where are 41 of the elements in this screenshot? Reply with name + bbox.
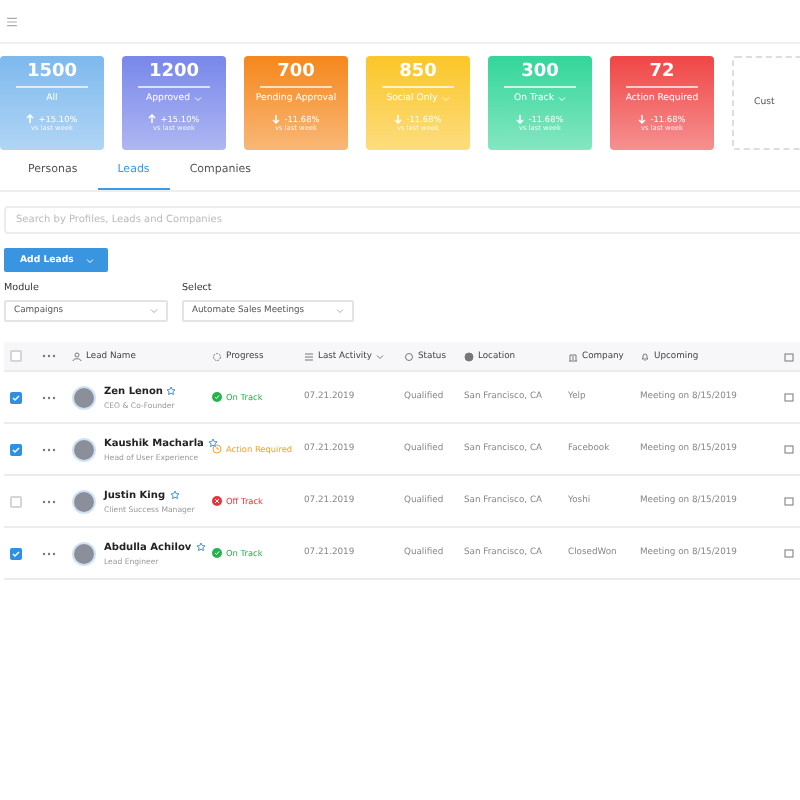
chevron-icon: [375, 353, 384, 359]
check-icon: [212, 548, 222, 558]
stat-value: 300: [521, 62, 559, 84]
chevron-icon: [194, 96, 203, 102]
stat-value: 72: [649, 62, 675, 84]
stat-value: 1500: [26, 62, 78, 84]
chevron-icon: [441, 96, 450, 102]
bell-icon: [640, 351, 650, 361]
star-icon: [195, 542, 206, 552]
status-icon: [404, 351, 414, 361]
chevron-icon: [150, 308, 158, 314]
checkbox[interactable]: [10, 391, 22, 403]
stat-value: 850: [399, 62, 437, 84]
arrow-up-icon: [148, 114, 157, 124]
menu-icon: [6, 15, 18, 27]
checkbox[interactable]: [10, 547, 22, 559]
progress-icon: [212, 351, 222, 361]
arrow-down-icon: [516, 114, 525, 124]
arrow-down-icon: [394, 114, 403, 124]
list-icon: [304, 351, 314, 361]
avatar: [72, 489, 96, 513]
person-icon: [72, 351, 82, 361]
chevron-icon: [86, 257, 94, 263]
check-icon: [212, 392, 222, 402]
clock-icon: [212, 444, 222, 454]
avatar: [72, 541, 96, 565]
cross-icon: [212, 496, 222, 506]
chevron-icon: [336, 308, 344, 314]
avatar: [72, 437, 96, 461]
checkbox[interactable]: [10, 443, 22, 455]
arrow-down-icon: [272, 114, 281, 124]
avatar: [72, 385, 96, 409]
star-icon: [166, 386, 177, 396]
stat-value: 700: [277, 62, 315, 84]
arrow-down-icon: [638, 114, 647, 124]
building-icon: [568, 351, 578, 361]
star-icon: [207, 438, 218, 448]
chevron-icon: [558, 96, 566, 102]
arrow-up-icon: [26, 114, 35, 124]
stat-value: 1200: [148, 62, 200, 84]
star-icon: [169, 490, 180, 500]
